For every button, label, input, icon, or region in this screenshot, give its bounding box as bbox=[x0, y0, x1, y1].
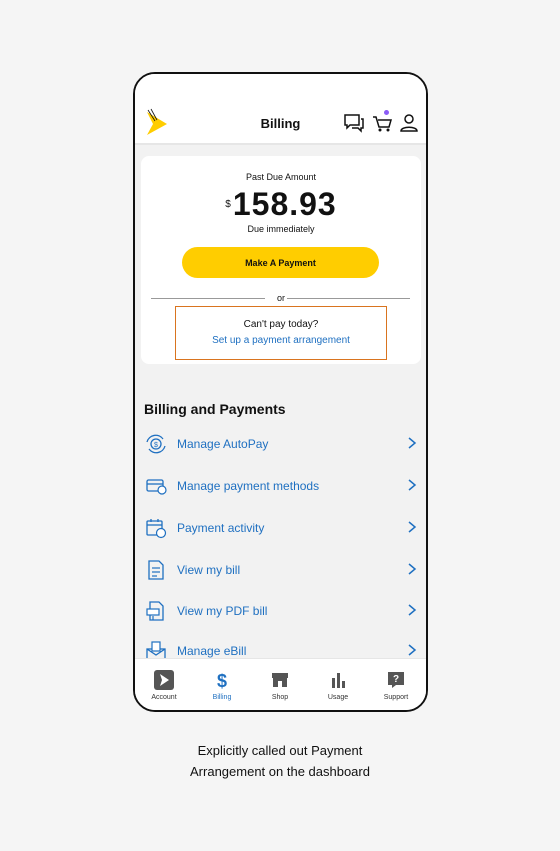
profile-icon[interactable] bbox=[398, 112, 420, 134]
nav-shop[interactable]: Shop bbox=[251, 659, 309, 710]
list-item-label: View my PDF bill bbox=[177, 604, 268, 618]
chevron-right-icon bbox=[406, 603, 418, 617]
cart-icon[interactable] bbox=[372, 110, 394, 134]
nav-label: Usage bbox=[327, 694, 349, 701]
phone-frame: Billing Past Due Amount $158.93 Due imme… bbox=[133, 72, 428, 712]
past-due-card: Past Due Amount $158.93 Due immediately … bbox=[141, 156, 421, 364]
nav-usage[interactable]: Usage bbox=[309, 659, 367, 710]
list-item-manage-payment-methods[interactable]: Manage payment methods bbox=[135, 469, 426, 503]
chevron-right-icon bbox=[406, 562, 418, 576]
past-due-amount: 158.93 bbox=[232, 186, 337, 222]
svg-text:$: $ bbox=[154, 442, 158, 449]
pdf-icon bbox=[145, 600, 167, 622]
currency-symbol: $ bbox=[225, 199, 231, 210]
payment-arrangement-callout: Can't pay today? Set up a payment arrang… bbox=[175, 306, 387, 360]
nav-label: Support bbox=[383, 694, 409, 701]
list-item-label: Manage AutoPay bbox=[177, 437, 269, 451]
caption: Explicitly called out Payment Arrangemen… bbox=[0, 740, 560, 782]
nav-label: Account bbox=[151, 694, 177, 701]
nav-label: Shop bbox=[271, 694, 289, 701]
past-due-label: Past Due Amount bbox=[245, 172, 317, 182]
nav-support[interactable]: ? Support bbox=[367, 659, 425, 710]
list-item-view-my-pdf-bill[interactable]: View my PDF bill bbox=[135, 594, 426, 628]
cart-badge bbox=[384, 110, 389, 115]
bill-icon bbox=[145, 559, 167, 581]
autopay-icon: $ bbox=[145, 433, 167, 455]
list-item-label: Manage payment methods bbox=[177, 479, 320, 493]
chevron-right-icon bbox=[406, 643, 418, 657]
or-text: or bbox=[276, 293, 285, 303]
chat-icon[interactable] bbox=[343, 112, 365, 134]
make-payment-button[interactable]: Make A Payment bbox=[182, 247, 379, 278]
cant-pay-text: Can't pay today? bbox=[243, 319, 319, 330]
caption-line-1: Explicitly called out Payment bbox=[197, 743, 363, 758]
nav-billing[interactable]: $ Billing bbox=[193, 659, 251, 710]
list-item-payment-activity[interactable]: Payment activity bbox=[135, 511, 426, 545]
svg-text:$: $ bbox=[217, 671, 227, 690]
svg-text:?: ? bbox=[393, 674, 399, 685]
list-item-label: Manage eBill bbox=[177, 644, 247, 658]
question-icon: ? bbox=[386, 670, 406, 690]
app-header: Billing bbox=[135, 74, 426, 145]
bottom-nav: Account $ Billing Shop Usage ? Support bbox=[135, 658, 426, 710]
dollar-icon: $ bbox=[212, 670, 232, 691]
nav-account[interactable]: Account bbox=[135, 659, 193, 710]
calendar-dollar-icon bbox=[145, 517, 167, 539]
nav-label: Billing bbox=[212, 694, 232, 701]
bar-chart-icon bbox=[328, 670, 348, 690]
store-icon bbox=[270, 670, 290, 690]
amount-row: $158.93 bbox=[141, 186, 421, 223]
chevron-right-icon bbox=[406, 520, 418, 534]
card-icon bbox=[145, 475, 167, 497]
caption-line-2: Arrangement on the dashboard bbox=[190, 764, 370, 779]
payment-arrangement-link[interactable]: Set up a payment arrangement bbox=[176, 335, 386, 346]
list-item-label: View my bill bbox=[177, 563, 241, 577]
list-item-view-my-bill[interactable]: View my bill bbox=[135, 553, 426, 587]
chevron-right-icon bbox=[406, 478, 418, 492]
sprint-icon bbox=[154, 670, 174, 690]
app-screen: Billing Past Due Amount $158.93 Due imme… bbox=[135, 74, 426, 710]
chevron-right-icon bbox=[406, 436, 418, 450]
list-item-manage-autopay[interactable]: $ Manage AutoPay bbox=[135, 427, 426, 461]
list-item-label: Payment activity bbox=[177, 521, 265, 535]
due-label: Due immediately bbox=[247, 224, 315, 234]
section-title: Billing and Payments bbox=[144, 401, 286, 417]
